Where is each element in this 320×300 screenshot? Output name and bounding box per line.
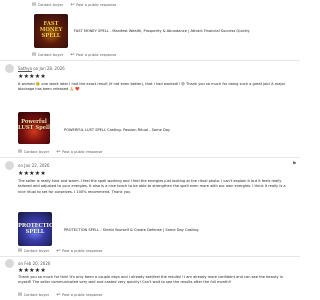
chat-icon: ✉ — [18, 149, 23, 155]
rating-stars: ★★★★★ — [18, 73, 46, 80]
contact-buyer-button[interactable]: ✉ Contact buyer — [18, 149, 49, 155]
thumbnail-text: FAST MONEY SPELL — [39, 21, 63, 39]
flag-icon[interactable]: ⚑ — [292, 161, 296, 167]
item-title-link[interactable]: FAST MONEY SPELL - Manifest Wealth, Pros… — [74, 29, 294, 33]
rating-stars: ★★★★★ — [18, 267, 46, 274]
contact-buyer-label: Contact buyer — [23, 249, 50, 253]
review-date: Feb 20, 2026 — [24, 261, 51, 266]
contact-buyer-button[interactable]: ✉ Contact buyer — [32, 52, 63, 58]
reply-icon: ↩ — [70, 52, 75, 58]
post-response-label: Post a public response — [62, 150, 103, 154]
item-title-link[interactable]: POWERFUL LUST SPELL Casting- Passion Rit… — [64, 128, 170, 132]
chat-icon: ✉ — [32, 52, 37, 58]
rating-stars: ★★★★★ — [18, 170, 46, 177]
review-actions: ✉ Contact buyer ↩ Post a public response — [18, 248, 108, 254]
reply-icon: ↩ — [56, 149, 61, 155]
post-response-button[interactable]: ↩ Post a public response — [56, 292, 102, 298]
avatar — [5, 64, 14, 73]
divider — [0, 157, 300, 158]
review-text: It worked 🥹 one week later I had the exa… — [18, 82, 286, 92]
post-response-label: Post a public response — [62, 249, 103, 253]
post-response-label: Post a public response — [76, 53, 117, 57]
chat-icon: ✉ — [18, 248, 23, 254]
reply-icon: ↩ — [70, 2, 75, 8]
review-date: Jan 28, 2026 — [39, 66, 65, 71]
review-actions: ✉ Contact buyer ↩ Post a public response — [18, 292, 108, 298]
reviewer-name[interactable]: Sathya — [18, 66, 32, 71]
review-actions: ✉ Contact buyer ↩ Post a public response — [32, 52, 122, 58]
item-title-link[interactable]: PROTECTION SPELL - Shield Yourself & Cre… — [64, 228, 199, 232]
reviews-page: FAST MONEY SPELL FAST MONEY SPELL - Mani… — [0, 0, 300, 300]
item-thumbnail[interactable]: FAST MONEY SPELL — [34, 14, 68, 48]
review-actions: ✉ Contact buyer ↩ Post a public response — [32, 2, 122, 8]
post-response-label: Post a public response — [62, 293, 103, 297]
post-response-button[interactable]: ↩ Post a public response — [56, 248, 102, 254]
contact-buyer-label: Contact buyer — [23, 150, 50, 154]
reply-icon: ↩ — [56, 292, 61, 298]
item-thumbnail[interactable]: PROTECTION SPELL — [18, 212, 52, 246]
post-response-button[interactable]: ↩ Post a public response — [56, 149, 102, 155]
post-response-label: Post a public response — [76, 3, 117, 7]
contact-buyer-label: Contact buyer — [37, 3, 64, 7]
review-meta: on Jan 22, 2026 — [18, 163, 50, 168]
chat-icon: ✉ — [32, 2, 37, 8]
review-meta: Sathya on Jan 28, 2026 — [18, 66, 65, 71]
review-header: Sathya on Jan 28, 2026 — [5, 64, 65, 73]
divider — [0, 256, 300, 257]
contact-buyer-button[interactable]: ✉ Contact buyer — [18, 248, 49, 254]
contact-buyer-button[interactable]: ✉ Contact buyer — [18, 292, 49, 298]
chat-icon: ✉ — [18, 292, 23, 298]
divider — [0, 60, 300, 61]
reply-icon: ↩ — [56, 248, 61, 254]
contact-buyer-button[interactable]: ✉ Contact buyer — [32, 2, 63, 8]
item-thumbnail[interactable]: Powerful LUST Spell — [18, 112, 50, 144]
thumbnail-text: PROTECTION SPELL — [18, 223, 52, 235]
avatar — [5, 259, 14, 268]
review-meta: on Feb 20, 2026 — [18, 261, 51, 266]
review-date: Jan 22, 2026 — [24, 163, 50, 168]
avatar — [5, 161, 14, 170]
review-header: on Jan 22, 2026 — [5, 161, 50, 170]
contact-buyer-label: Contact buyer — [37, 53, 64, 57]
contact-buyer-label: Contact buyer — [23, 293, 50, 297]
post-response-button[interactable]: ↩ Post a public response — [70, 52, 116, 58]
review-text: Thank you so much for this! It's only be… — [18, 275, 284, 285]
review-actions: ✉ Contact buyer ↩ Post a public response — [18, 149, 108, 155]
post-response-button[interactable]: ↩ Post a public response — [70, 2, 116, 8]
review-text: The seller is really kind and warm. I fe… — [18, 179, 286, 194]
thumbnail-text: Powerful LUST Spell — [18, 119, 50, 131]
